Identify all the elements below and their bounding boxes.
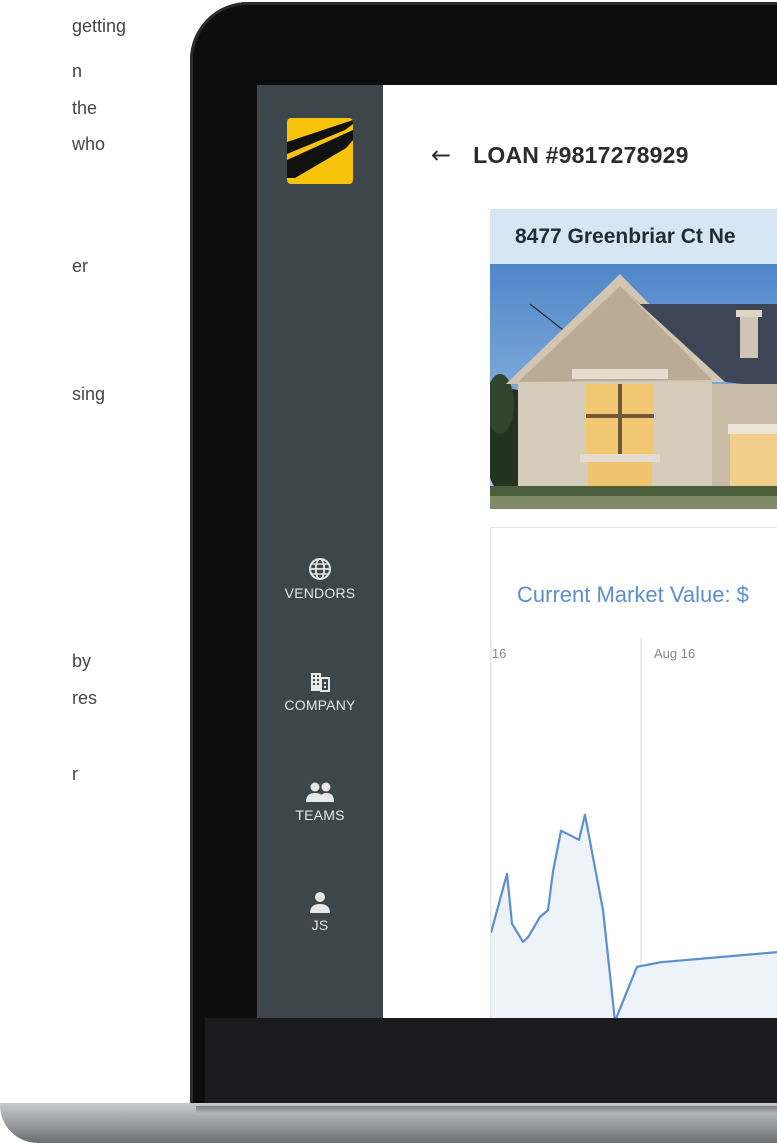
copy-line: getting [72,16,127,36]
copy-line: res [72,688,98,708]
copy-line: er [72,256,89,276]
building-icon [311,673,330,692]
copy-line: r [72,764,78,784]
market-value-card: Current Market Value: $ b 16 Aug 16 [490,527,777,1018]
copy-line: who [72,134,106,154]
person-icon [310,892,330,913]
chart-tick-label: Aug 16 [654,646,695,661]
globe-icon [309,558,331,580]
page-title: LOAN #9817278929 [473,141,689,168]
copy-line: sing [72,384,106,404]
chart-series-area [491,814,777,1018]
people-icon [306,782,334,802]
copy-line: by [72,651,92,671]
sidebar-item-vendors[interactable]: VENDORS [257,557,383,601]
house-photo [490,264,777,509]
page-header: ← LOAN #9817278929 [431,139,689,171]
laptop-base-hinge [196,1106,777,1114]
background-copy: getting n the who er sing by res r [0,0,190,1143]
road-logo-graphic [287,120,353,178]
road-logo-icon[interactable] [287,118,353,184]
property-card[interactable]: 8477 Greenbriar Ct Ne [490,209,777,509]
sidebar-item-label: VENDORS [284,585,356,601]
copy-line: n [72,61,83,81]
property-address: 8477 Greenbriar Ct Ne [515,225,736,248]
sidebar-item-label: COMPANY [284,697,356,713]
sidebar-item-user[interactable]: JS [257,891,383,933]
back-arrow-icon[interactable]: ← [431,141,451,169]
sidebar-item-company[interactable]: COMPANY [257,671,383,713]
laptop-chin [205,1018,777,1106]
sidebar-item-label: JS [311,917,329,933]
sidebar-item-label: TEAMS [295,807,345,823]
property-address-bar: 8477 Greenbriar Ct Ne [490,209,777,264]
copy-line: the [72,98,98,118]
market-value-chart: b 16 Aug 16 [491,638,777,1018]
laptop-screen: VENDORS COMPANY TEAMS JS ← LOAN #9817278… [257,85,777,1018]
sidebar-item-teams[interactable]: TEAMS [257,781,383,823]
chart-tick-label: b 16 [491,646,506,661]
sidebar: VENDORS COMPANY TEAMS JS [257,85,383,1018]
